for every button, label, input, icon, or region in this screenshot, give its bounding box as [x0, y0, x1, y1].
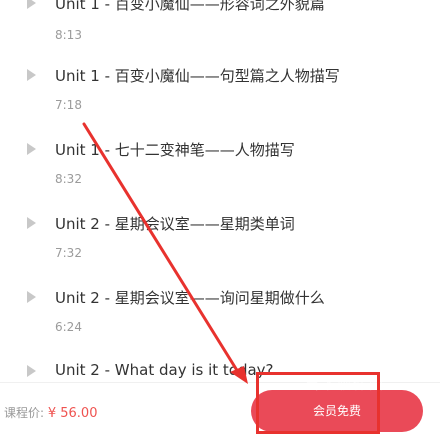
lesson-title: Unit 1 - 百变小魔仙——句型篇之人物描写 [55, 67, 340, 85]
play-icon [27, 0, 36, 9]
member-free-button[interactable]: 会员免费 [251, 390, 423, 432]
play-icon [27, 365, 36, 377]
play-icon [27, 143, 36, 155]
price-value: ¥ 56.00 [47, 406, 98, 421]
play-icon [27, 217, 36, 229]
lesson-title: Unit 1 - 百变小魔仙——形容词之外貌篇 [55, 0, 325, 13]
lesson-row[interactable]: Unit 2 - 星期会议室——星期类单词 7:32 [0, 212, 440, 276]
lesson-title: Unit 1 - 七十二变神笔——人物描写 [55, 141, 295, 159]
lesson-duration: 7:18 [55, 98, 82, 112]
price-label: 课程价: [4, 406, 48, 420]
play-icon [27, 291, 36, 303]
lesson-duration: 8:13 [55, 28, 82, 42]
lesson-title: Unit 2 - 星期会议室——星期类单词 [55, 215, 295, 233]
lesson-duration: 6:24 [55, 320, 82, 334]
lesson-row[interactable]: Unit 1 - 七十二变神笔——人物描写 8:32 [0, 138, 440, 202]
course-price: 课程价: ¥ 56.00 [4, 404, 97, 421]
lesson-row[interactable]: Unit 1 - 百变小魔仙——句型篇之人物描写 7:18 [0, 64, 440, 128]
lesson-title: Unit 2 - What day is it today? [55, 361, 274, 379]
lesson-duration: 7:32 [55, 246, 82, 260]
lesson-title: Unit 2 - 星期会议室——询问星期做什么 [55, 289, 325, 307]
lesson-row[interactable]: Unit 2 - 星期会议室——询问星期做什么 6:24 [0, 286, 440, 350]
play-icon [27, 69, 36, 81]
app-screen: Unit 1 - 百变小魔仙——形容词之外貌篇 8:13 Unit 1 - 百变… [0, 0, 440, 439]
lesson-row[interactable]: Unit 1 - 百变小魔仙——形容词之外貌篇 8:13 [0, 0, 440, 52]
lesson-duration: 8:32 [55, 172, 82, 186]
